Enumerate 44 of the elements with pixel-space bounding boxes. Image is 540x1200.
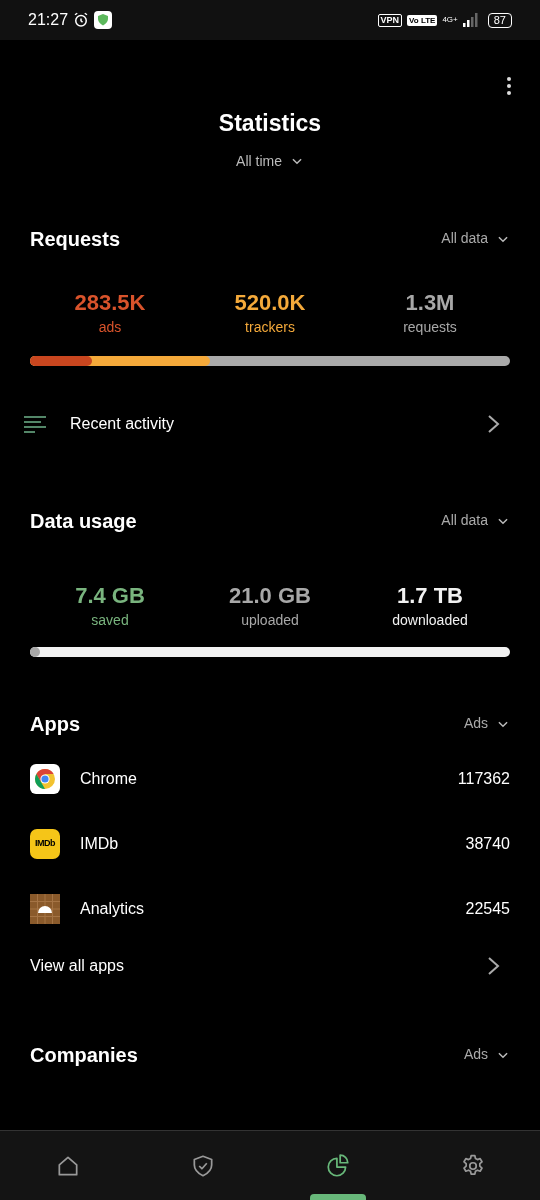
app-name: Analytics xyxy=(80,898,146,919)
stat-value: 1.3M xyxy=(405,288,455,317)
app-count: 38740 xyxy=(465,833,510,854)
battery-indicator: 87 xyxy=(487,12,512,28)
section-title: Apps xyxy=(30,711,80,737)
filter-dropdown[interactable]: Ads xyxy=(463,1044,510,1065)
android-icon xyxy=(30,893,60,924)
stat-label: ads xyxy=(98,317,122,337)
stat-label: saved xyxy=(91,610,129,630)
app-count: 22545 xyxy=(465,898,510,919)
section-title: Companies xyxy=(30,1042,138,1068)
signal-icon xyxy=(462,13,479,27)
stat-label: requests xyxy=(403,317,457,337)
stat-label: trackers xyxy=(245,317,295,337)
filter-dropdown[interactable]: All data xyxy=(441,510,510,531)
stat-value: 283.5K xyxy=(74,288,146,317)
clock-time: 21:27 xyxy=(28,10,69,30)
section-title: Data usage xyxy=(30,508,137,534)
stat-value: 520.0K xyxy=(234,288,306,317)
vpn-badge: VPN xyxy=(377,13,403,27)
network-type: 4G+ xyxy=(442,16,458,24)
view-all-apps-row[interactable]: View all apps xyxy=(0,953,540,978)
app-name: IMDb xyxy=(80,833,120,854)
section-title: Requests xyxy=(30,226,121,252)
app-name: Chrome xyxy=(80,768,138,789)
app-icon: IMDb xyxy=(30,828,60,859)
chrome-icon xyxy=(30,763,60,794)
filter-dropdown[interactable]: All data xyxy=(441,228,510,249)
more-menu-icon[interactable] xyxy=(506,76,512,96)
list-icon xyxy=(24,414,46,433)
recent-activity-row[interactable]: Recent activity xyxy=(0,411,540,436)
stat-label: uploaded xyxy=(241,610,299,630)
selected-indicator xyxy=(309,1194,366,1200)
volte-badge: Vo LTE xyxy=(407,14,438,26)
stat-label: downloaded xyxy=(392,610,468,630)
period-dropdown[interactable]: All time xyxy=(236,150,304,172)
stat-value: 1.7 TB xyxy=(397,581,463,610)
shield-app-icon xyxy=(94,11,113,29)
stat-value: 21.0 GB xyxy=(229,581,311,610)
page-title: Statistics xyxy=(218,109,322,138)
pie-chart-icon xyxy=(324,1152,351,1179)
stat-value: 7.4 GB xyxy=(75,581,145,610)
app-count: 117362 xyxy=(457,768,510,789)
filter-dropdown[interactable]: Ads xyxy=(463,713,510,734)
